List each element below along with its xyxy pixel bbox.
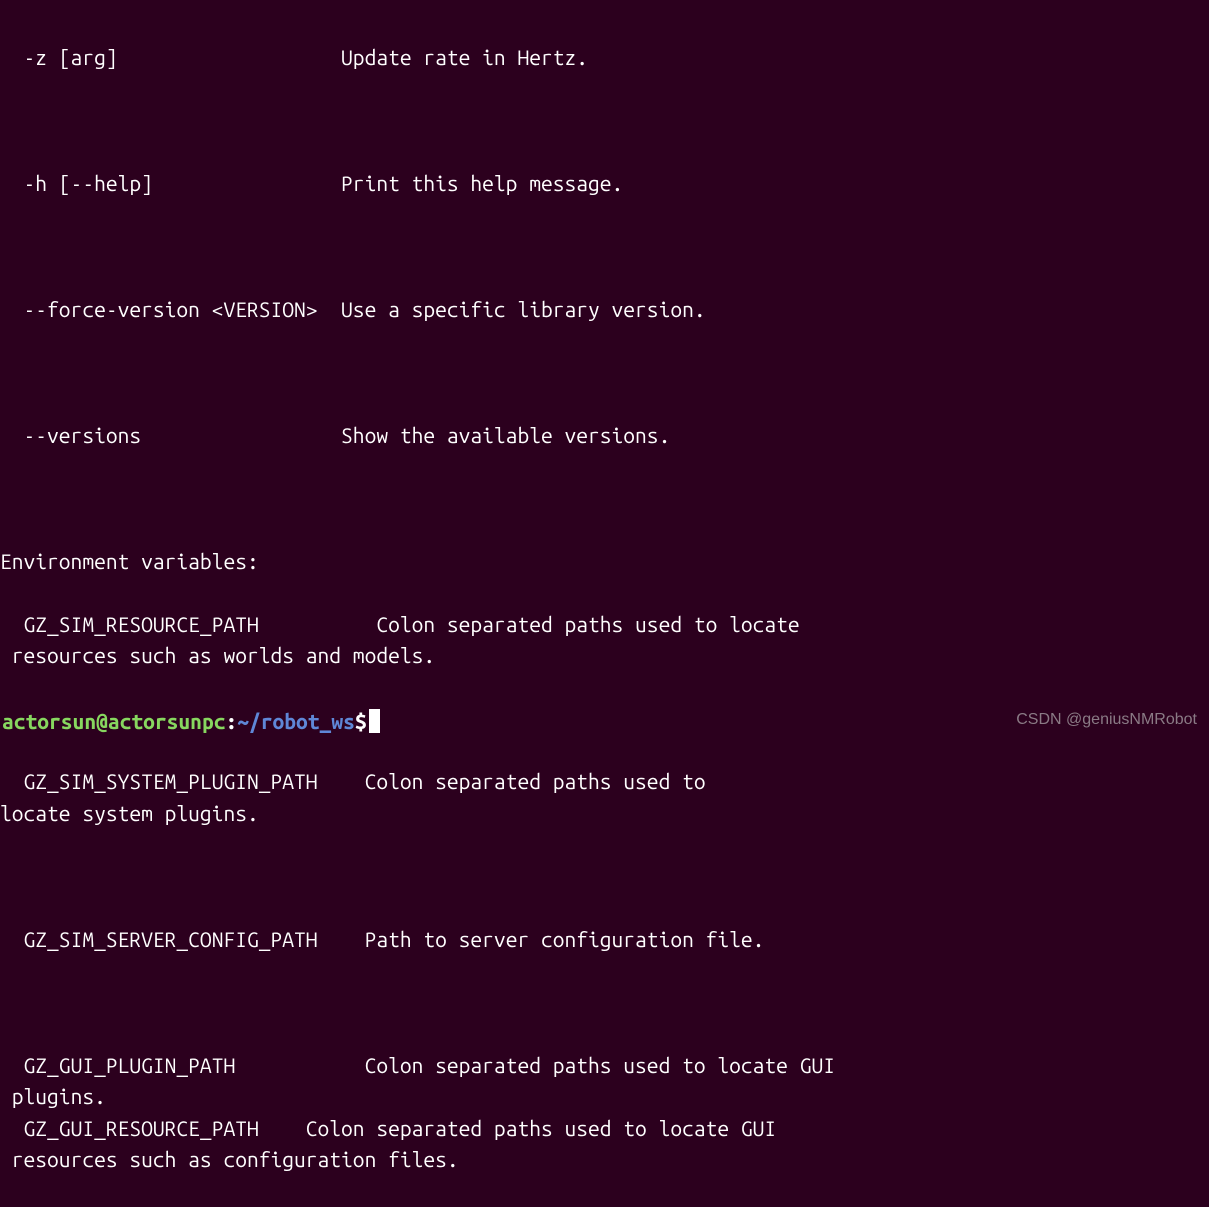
terminal-output: -z [arg] Update rate in Hertz. -h [--hel… [0, 10, 1209, 1207]
env-var-system-plugin-path: GZ_SIM_SYSTEM_PLUGIN_PATH Colon separate… [0, 766, 1209, 829]
option-help: -h [--help] Print this help message. [0, 168, 1209, 200]
prompt-user: actorsun [2, 709, 96, 733]
option-z: -z [arg] Update rate in Hertz. [0, 42, 1209, 74]
option-versions: --versions Show the available versions. [0, 420, 1209, 452]
blank-line [0, 231, 1209, 263]
env-var-gui-paths: GZ_GUI_PLUGIN_PATH Colon separated paths… [0, 1050, 1209, 1176]
blank-line [0, 105, 1209, 137]
prompt-colon: : [225, 709, 237, 733]
env-vars-header: Environment variables: [0, 546, 1209, 578]
env-var-resource-path: GZ_SIM_RESOURCE_PATH Colon separated pat… [0, 609, 1209, 672]
cursor [369, 709, 380, 733]
blank-line [0, 357, 1209, 389]
terminal-prompt[interactable]: actorsun@actorsunpc:~/robot_ws$ [2, 706, 380, 738]
prompt-dollar: $ [355, 709, 367, 733]
watermark: CSDN @geniusNMRobot [1016, 708, 1197, 732]
blank-line [0, 483, 1209, 515]
prompt-at: @ [96, 709, 108, 733]
env-var-server-config-path: GZ_SIM_SERVER_CONFIG_PATH Path to server… [0, 924, 1209, 956]
blank-line [0, 987, 1209, 1019]
option-force-version: --force-version <VERSION> Use a specific… [0, 294, 1209, 326]
prompt-host: actorsunpc [108, 709, 226, 733]
blank-line [0, 861, 1209, 893]
prompt-path: ~/robot_ws [237, 709, 355, 733]
